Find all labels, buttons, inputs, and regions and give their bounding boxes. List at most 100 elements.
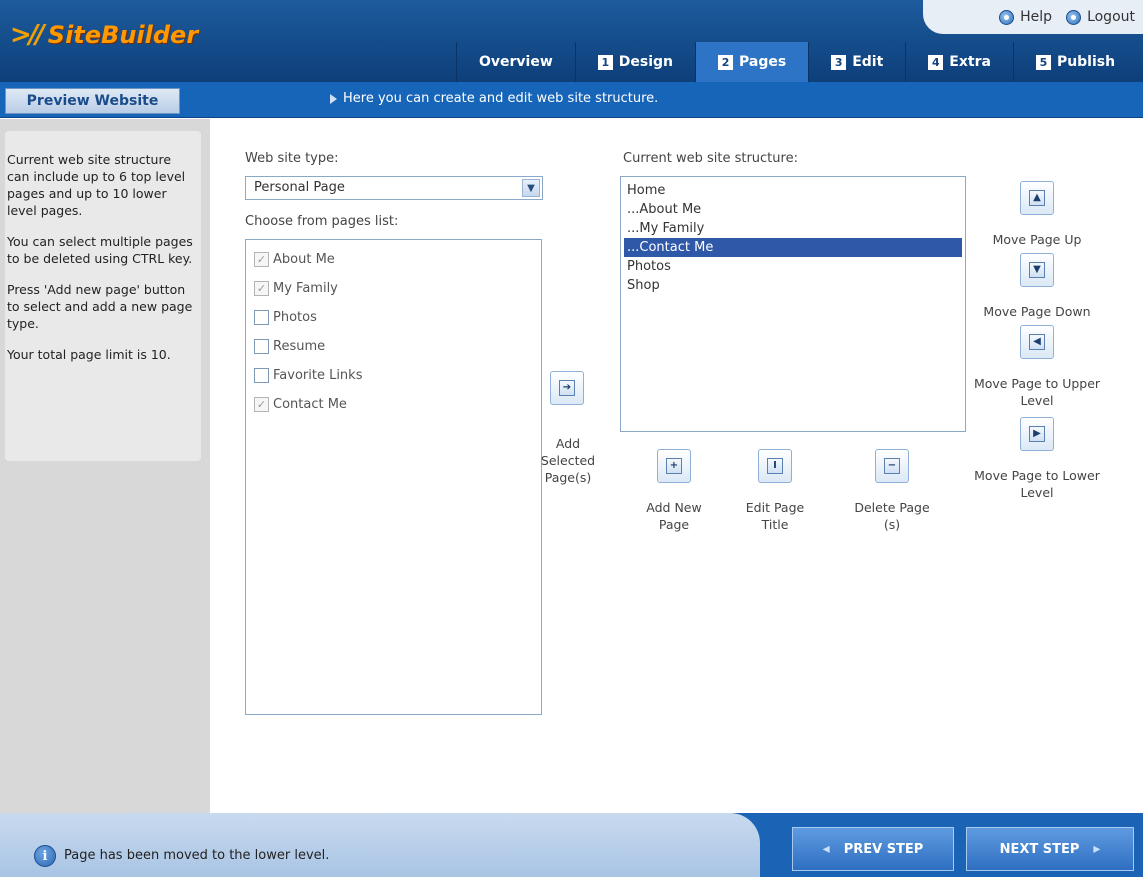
pages-list-label: Choose from pages list:: [245, 214, 399, 229]
list-item[interactable]: Resume: [246, 332, 541, 361]
help-label: Help: [1020, 9, 1053, 25]
label-line: Level: [1020, 393, 1054, 408]
main-tabs: Overview 1 Design 2 Pages 3 Edit 4 Extra…: [456, 42, 1137, 82]
preview-website-button[interactable]: Preview Website: [5, 88, 180, 114]
arrow-down-icon: ▼: [1029, 262, 1045, 278]
checkbox-checked[interactable]: ✓: [254, 281, 269, 296]
label-line: Title: [761, 517, 789, 532]
checkbox-checked[interactable]: ✓: [254, 397, 269, 412]
arrow-right-icon: ▸: [1093, 841, 1101, 857]
list-item[interactable]: ✓ My Family: [246, 274, 541, 303]
edit-page-title-label: Edit Page Title: [723, 499, 827, 533]
move-page-down-button[interactable]: ▼: [1020, 253, 1054, 287]
next-step-label: NEXT STEP: [999, 841, 1080, 857]
label-line: Page(s): [544, 470, 592, 485]
move-page-lower-level-button[interactable]: ▶: [1020, 417, 1054, 451]
label-line: Add New: [646, 500, 702, 515]
help-text: You can select multiple pages to be dele…: [7, 234, 193, 266]
list-item[interactable]: Photos: [246, 303, 541, 332]
list-item-label: Photos: [273, 310, 317, 325]
tab-label: Extra: [949, 54, 991, 70]
list-item[interactable]: ✓ About Me: [246, 245, 541, 274]
tab-label: Overview: [479, 54, 553, 70]
tab-overview[interactable]: Overview: [456, 42, 575, 82]
arrow-right-icon: ▶: [1029, 426, 1045, 442]
tab-extra[interactable]: 4 Extra: [905, 42, 1013, 82]
label-line: (s): [883, 517, 901, 532]
step-number-icon: 3: [831, 54, 847, 70]
list-item[interactable]: Shop: [624, 276, 962, 295]
delete-page-button[interactable]: −: [875, 449, 909, 483]
checkbox[interactable]: [254, 368, 269, 383]
help-text: Press 'Add new page' button to select an…: [7, 282, 193, 331]
tab-label: Edit: [852, 54, 884, 70]
add-new-page-label: Add New Page: [622, 499, 726, 533]
label-line: Move Page to Lower: [974, 468, 1100, 483]
status-text: Page has been moved to the lower level.: [64, 848, 330, 863]
label-line: Add: [555, 436, 581, 451]
tab-pages[interactable]: 2 Pages: [695, 42, 809, 82]
move-page-up-button[interactable]: ▲: [1020, 181, 1054, 215]
logout-label: Logout: [1087, 9, 1135, 25]
hint-text: Here you can create and edit web site st…: [343, 91, 659, 106]
list-item-label: Favorite Links: [273, 368, 363, 383]
logo: >// SiteBuilder: [10, 18, 198, 52]
label-line: Move Page to Upper: [973, 376, 1101, 391]
status-bar: i Page has been moved to the lower level…: [0, 813, 760, 877]
label-line: Selected: [540, 453, 596, 468]
top-links: Help Logout: [923, 0, 1143, 34]
move-page-down-label: Move Page Down: [983, 304, 1091, 319]
logout-link[interactable]: Logout: [1066, 9, 1135, 25]
arrow-left-icon: ◂: [822, 841, 830, 857]
site-type-label: Web site type:: [245, 151, 339, 166]
label-line: Level: [1020, 485, 1054, 500]
checkbox[interactable]: [254, 339, 269, 354]
help-link[interactable]: Help: [999, 9, 1052, 25]
tab-design[interactable]: 1 Design: [574, 42, 695, 82]
list-item[interactable]: ...About Me: [624, 200, 962, 219]
add-selected-pages-button[interactable]: ➔: [550, 371, 584, 405]
prev-step-button[interactable]: ◂ PREV STEP: [792, 827, 954, 871]
minus-icon: −: [884, 458, 900, 474]
checkbox-checked[interactable]: ✓: [254, 252, 269, 267]
tab-publish[interactable]: 5 Publish: [1012, 42, 1137, 82]
site-structure-list[interactable]: Home ...About Me ...My Family ...Contact…: [620, 176, 966, 432]
sub-toolbar: Preview Website Here you can create and …: [0, 82, 1143, 118]
list-item[interactable]: ...My Family: [624, 219, 962, 238]
step-number-icon: 2: [718, 54, 734, 70]
list-item-label: About Me: [273, 252, 335, 267]
chevron-down-icon[interactable]: ▼: [522, 179, 540, 197]
list-item-label: Resume: [273, 339, 326, 354]
next-step-button[interactable]: NEXT STEP ▸: [966, 827, 1134, 871]
arrow-up-icon: ▲: [1029, 190, 1045, 206]
list-item[interactable]: Photos: [624, 257, 962, 276]
move-page-up-label: Move Page Up: [992, 232, 1082, 247]
page-hint: Here you can create and edit web site st…: [330, 91, 658, 106]
list-item[interactable]: Home: [624, 181, 962, 200]
move-page-upper-level-button[interactable]: ◀: [1020, 325, 1054, 359]
site-type-select[interactable]: Personal Page ▼: [245, 176, 543, 200]
logo-text: SiteBuilder: [47, 21, 199, 49]
arrow-left-icon: ◀: [1029, 334, 1045, 350]
footer: i Page has been moved to the lower level…: [0, 813, 1143, 877]
delete-page-label: Delete Page (s): [840, 499, 944, 533]
list-item-label: My Family: [273, 281, 338, 296]
info-icon: i: [34, 845, 56, 867]
step-number-icon: 1: [597, 54, 613, 70]
structure-label: Current web site structure:: [623, 151, 798, 166]
help-text: Your total page limit is 10.: [7, 347, 171, 362]
edit-page-title-button[interactable]: I: [758, 449, 792, 483]
pages-list[interactable]: ✓ About Me ✓ My Family Photos Resume Fav…: [245, 239, 542, 715]
label-line: Page: [658, 517, 690, 532]
add-new-page-button[interactable]: +: [657, 449, 691, 483]
tab-edit[interactable]: 3 Edit: [808, 42, 905, 82]
list-item-selected[interactable]: ...Contact Me: [624, 238, 962, 257]
list-item[interactable]: Favorite Links: [246, 361, 541, 390]
prev-step-label: PREV STEP: [843, 841, 924, 857]
list-item[interactable]: ✓ Contact Me: [246, 390, 541, 419]
logo-mark-icon: >//: [10, 20, 45, 50]
triangle-right-icon: [330, 93, 337, 104]
checkbox[interactable]: [254, 310, 269, 325]
help-box: Current web site structure can include u…: [5, 131, 201, 461]
tab-label: Publish: [1056, 54, 1116, 70]
